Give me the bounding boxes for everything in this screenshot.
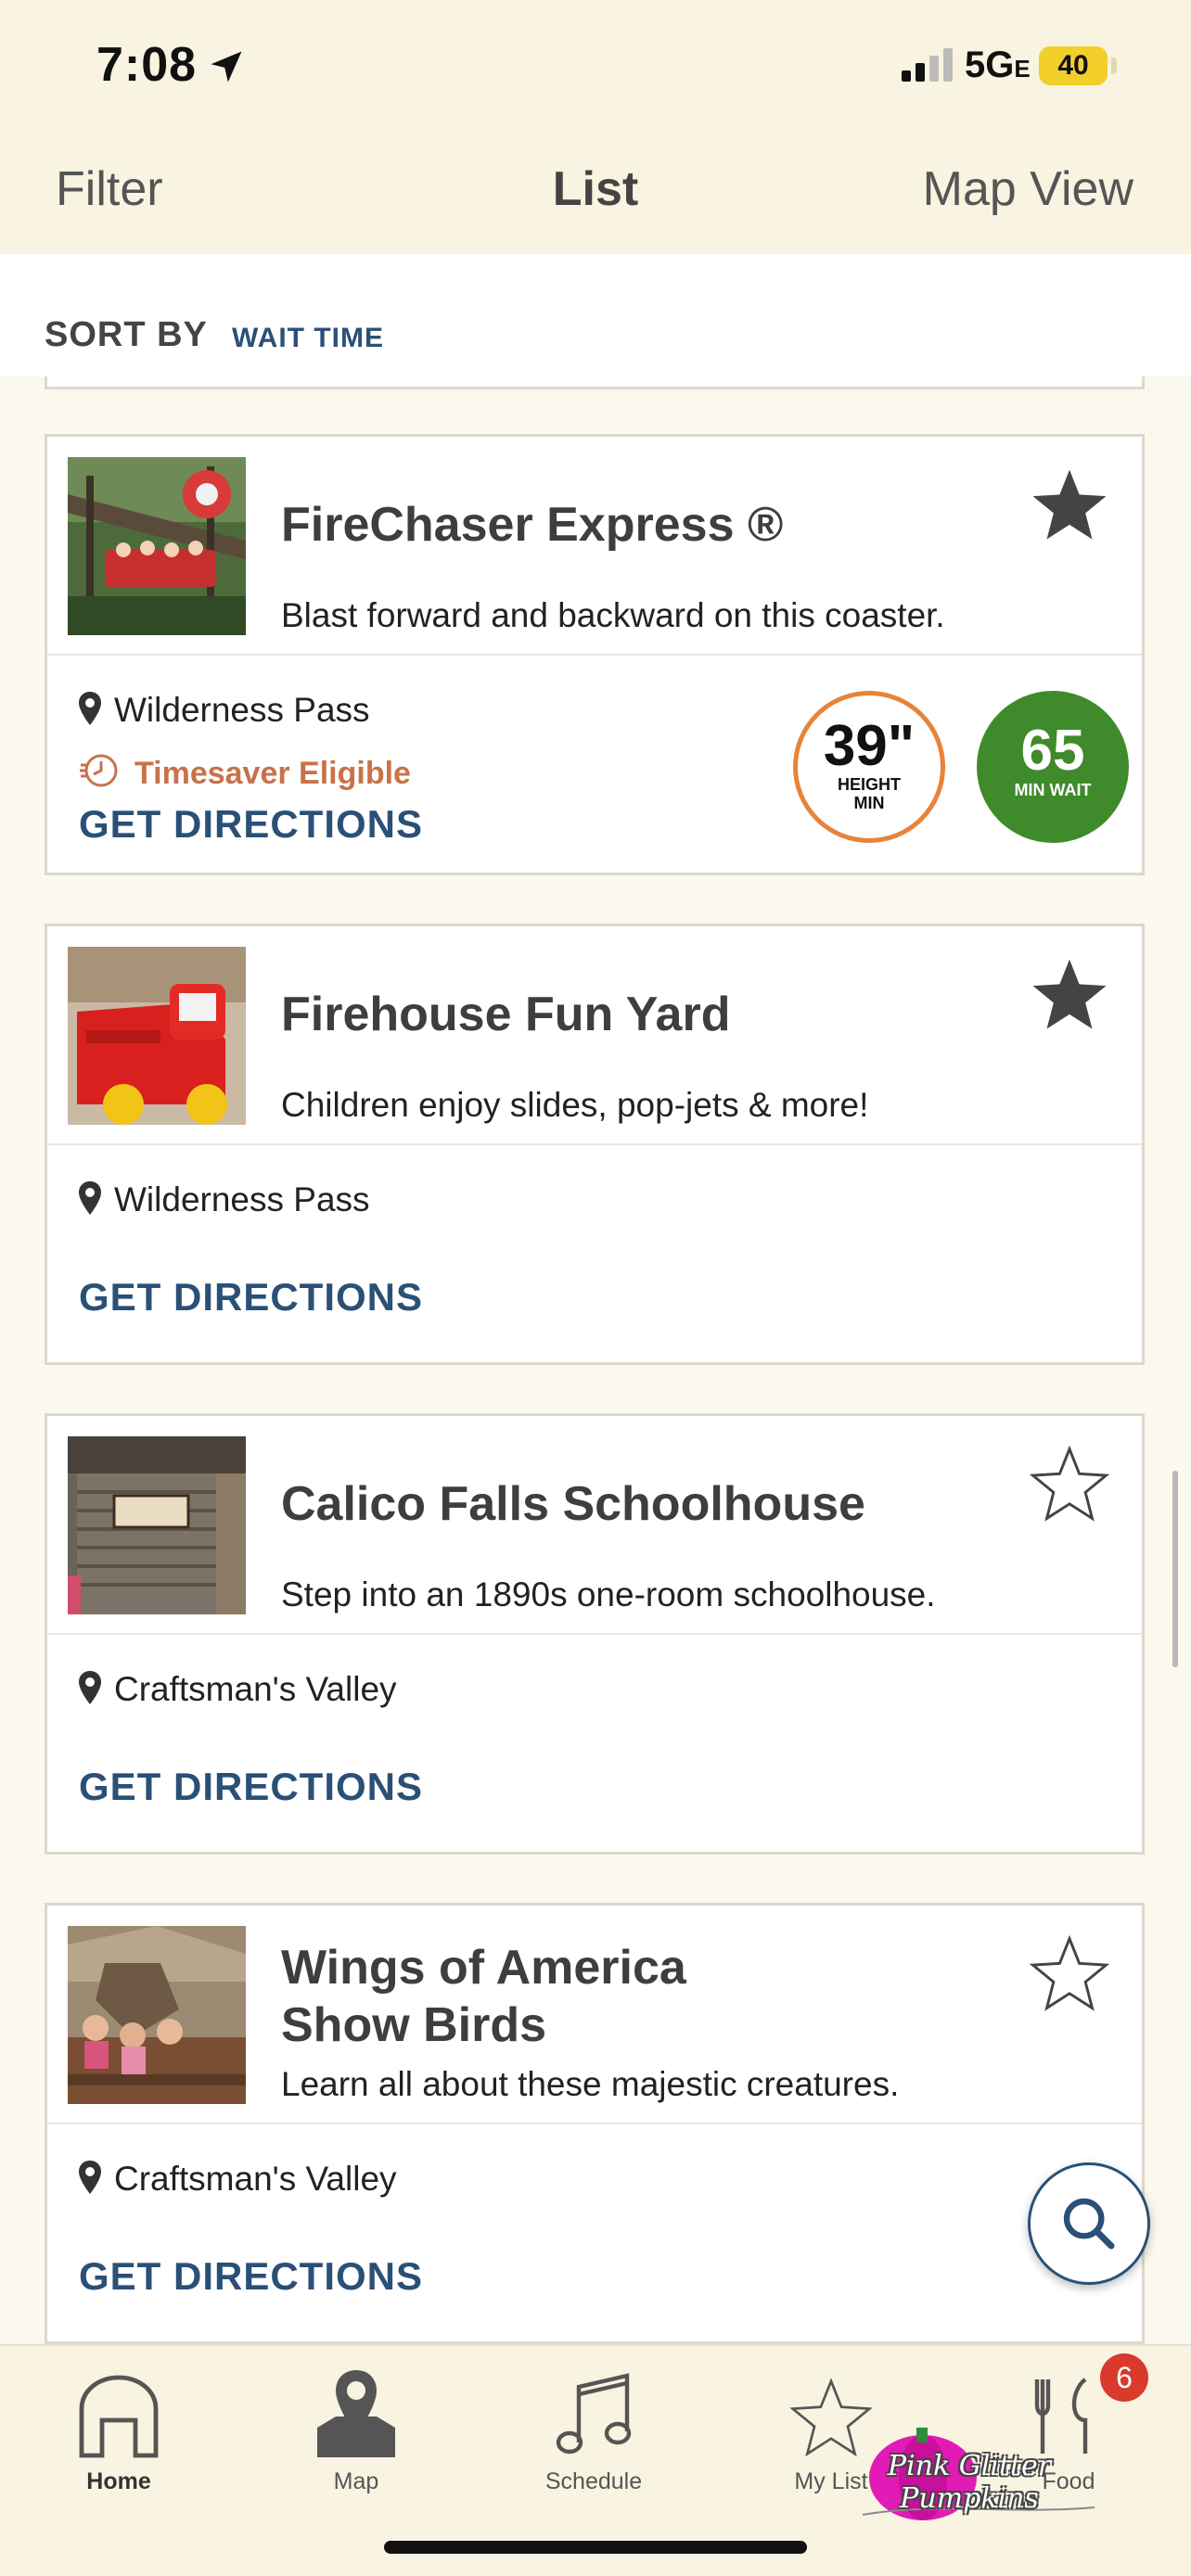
map-pin-icon (79, 692, 101, 725)
top-navigation: List Filter Map View (0, 139, 1191, 254)
attraction-card[interactable]: Wings of America Show Birds Learn all ab… (45, 1903, 1145, 2344)
star-outline-icon[interactable] (1029, 1446, 1110, 1524)
watermark: Pink Glitter Pumpkins (826, 2422, 1113, 2524)
height-requirement-badge: 39" HEIGHT MIN (793, 691, 945, 843)
scrollbar[interactable] (1172, 1471, 1178, 1667)
card-header: Calico Falls Schoolhouse Step into an 18… (47, 1416, 1142, 1635)
attraction-title-line2: Show Birds (281, 1998, 547, 2052)
attraction-photo (68, 1926, 246, 2104)
filter-button[interactable]: Filter (56, 161, 163, 217)
attraction-location: Wilderness Pass (79, 1180, 370, 1219)
list-tab[interactable]: List (553, 162, 638, 216)
location-arrow-icon (211, 51, 242, 83)
attraction-card[interactable]: Calico Falls Schoolhouse Step into an 18… (45, 1413, 1145, 1855)
attraction-title: FireChaser Express ® (281, 498, 784, 552)
attraction-title: Calico Falls Schoolhouse (281, 1477, 865, 1531)
signal-icon (902, 48, 953, 82)
sort-bar: SORT BY WAIT TIME (0, 254, 1191, 376)
watermark-text: Pink Glitter Pumpkins (887, 2450, 1052, 2515)
card-header: Firehouse Fun Yard Children enjoy slides… (47, 926, 1142, 1145)
star-outline-icon[interactable] (1029, 1935, 1110, 2013)
wait-time-value: 65 (1020, 719, 1085, 783)
timesaver-clock-icon (80, 754, 118, 787)
star-filled-icon[interactable] (1029, 466, 1110, 544)
home-indicator[interactable] (384, 2541, 807, 2554)
attraction-card[interactable]: Firehouse Fun Yard Children enjoy slides… (45, 924, 1145, 1365)
attraction-title-line1: Wings of America (281, 1941, 686, 1995)
height-value: 39" (823, 714, 916, 778)
tab-home[interactable]: Home (17, 2357, 221, 2495)
get-directions-link[interactable]: GET DIRECTIONS (79, 1275, 423, 1320)
status-time: 7:08 (96, 38, 198, 92)
card-details: Wilderness Pass Timesaver Eligible GET D… (47, 656, 1142, 873)
card-details: Craftsman's Valley GET DIRECTIONS (47, 1635, 1142, 1852)
music-note-icon (556, 2373, 632, 2455)
sort-by-value[interactable]: WAIT TIME (232, 323, 384, 354)
attraction-location: Craftsman's Valley (79, 1670, 397, 1709)
map-view-button[interactable]: Map View (923, 161, 1133, 217)
home-icon (79, 2375, 159, 2458)
card-details: Wilderness Pass GET DIRECTIONS (47, 1145, 1142, 1362)
tab-map-label: Map (333, 2468, 379, 2494)
tab-schedule-label: Schedule (544, 2468, 643, 2494)
tab-map[interactable]: Map (254, 2357, 458, 2495)
height-label: HEIGHT (837, 775, 901, 794)
battery-level: 40 (1039, 46, 1108, 85)
status-bar: 7:08 5GE 40 (0, 0, 1191, 139)
attraction-photo (68, 947, 246, 1125)
map-icon (317, 2370, 395, 2457)
card-header: FireChaser Express ® Blast forward and b… (47, 437, 1142, 656)
attraction-description: Step into an 1890s one-room schoolhouse. (281, 1575, 936, 1613)
get-directions-link[interactable]: GET DIRECTIONS (79, 802, 423, 847)
star-filled-icon[interactable] (1029, 956, 1110, 1034)
search-icon (1063, 2198, 1115, 2250)
height-min-label: MIN (853, 794, 885, 812)
attraction-description: Children enjoy slides, pop-jets & more! (281, 1086, 869, 1124)
battery-tip (1111, 57, 1117, 74)
attraction-title: Wings of America Show Birds (281, 1939, 686, 2054)
wait-time-label: MIN WAIT (1014, 781, 1092, 799)
attraction-card[interactable]: FireChaser Express ® Blast forward and b… (45, 434, 1145, 875)
tab-home-label: Home (86, 2468, 151, 2494)
tab-schedule[interactable]: Schedule (492, 2357, 696, 2495)
attraction-list[interactable]: FireChaser Express ® Blast forward and b… (0, 376, 1191, 2344)
network-type: 5GE (965, 45, 1031, 85)
attraction-description: Blast forward and backward on this coast… (281, 596, 945, 634)
get-directions-link[interactable]: GET DIRECTIONS (79, 2254, 423, 2299)
previous-card-edge (45, 376, 1145, 389)
attraction-location: Craftsman's Valley (79, 2160, 397, 2199)
map-pin-icon (79, 2161, 101, 2194)
food-notification-badge: 6 (1100, 2353, 1148, 2402)
wait-time-badge: 65 MIN WAIT (977, 691, 1129, 843)
map-pin-icon (79, 1181, 101, 1215)
card-details: Craftsman's Valley GET DIRECTIONS (47, 2124, 1142, 2341)
attraction-photo (68, 1436, 246, 1614)
attraction-photo (68, 457, 246, 635)
attraction-description: Learn all about these majestic creatures… (281, 2065, 900, 2103)
attraction-title: Firehouse Fun Yard (281, 988, 731, 1041)
sort-by-label: SORT BY (45, 315, 208, 354)
card-header: Wings of America Show Birds Learn all ab… (47, 1906, 1142, 2124)
timesaver-eligible-label: Timesaver Eligible (79, 752, 411, 792)
get-directions-link[interactable]: GET DIRECTIONS (79, 1765, 423, 1809)
attraction-location: Wilderness Pass (79, 691, 370, 730)
map-pin-icon (79, 1671, 101, 1704)
search-button[interactable] (1028, 2162, 1150, 2285)
